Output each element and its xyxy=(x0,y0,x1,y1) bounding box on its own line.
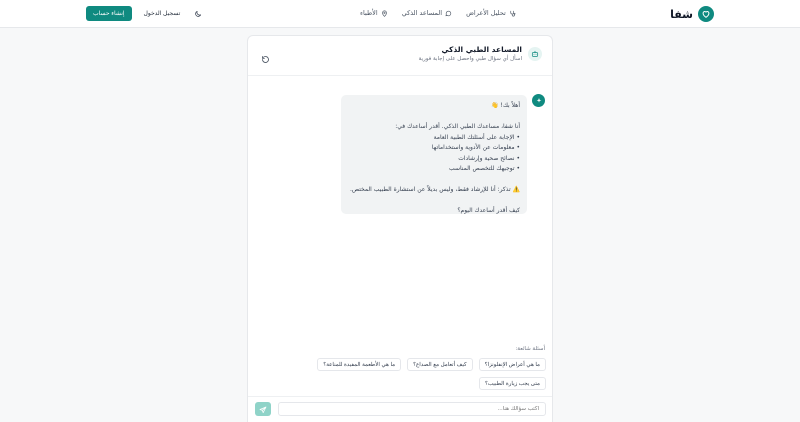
message-disclaimer: ⚠️ تذكر: أنا للإرشاد فقط، وليس بديلاً عن… xyxy=(349,186,520,193)
send-icon xyxy=(259,402,267,417)
message-input[interactable] xyxy=(278,402,546,416)
suggestion-chip[interactable]: ما هي الأطعمة المفيدة للمناعة؟ xyxy=(317,358,402,371)
suggestion-chip[interactable]: ما هي أعراض الإنفلونزا؟ xyxy=(478,358,546,371)
main-nav: تحليل الأعراض المساعد الذكي الأطباء xyxy=(360,9,516,17)
chat-bubble-icon xyxy=(445,10,452,16)
chat-subtitle: اسأل أي سؤال طبي واحصل على إجابة فورية xyxy=(418,56,522,62)
chat-title: المساعد الطبي الذكي xyxy=(441,45,522,54)
message-composer xyxy=(248,396,552,422)
suggestion-chip[interactable]: متى يجب زيارة الطبيب؟ xyxy=(478,377,546,390)
nav-symptoms[interactable]: تحليل الأعراض xyxy=(466,9,516,17)
nav-doctors-label: الأطباء xyxy=(360,9,378,17)
suggestions-list: ما هي أعراض الإنفلونزا؟ كيف أتعامل مع ال… xyxy=(302,358,546,390)
signup-button[interactable]: إنشاء حساب xyxy=(86,6,132,21)
nav-symptoms-label: تحليل الأعراض xyxy=(466,9,506,17)
assistant-message: أهلاً بك! 👋 أنا شفا، مساعدك الطبي الذكي.… xyxy=(341,95,527,214)
stethoscope-icon xyxy=(510,10,516,16)
heart-icon xyxy=(698,6,714,22)
suggestion-chip[interactable]: كيف أتعامل مع الصداع؟ xyxy=(407,358,473,371)
bot-icon xyxy=(528,47,542,61)
message-item: • نصائح صحية وإرشادات xyxy=(458,154,520,162)
login-button[interactable]: تسجيل الدخول xyxy=(140,6,185,21)
nav-assistant[interactable]: المساعد الذكي xyxy=(402,9,452,17)
refresh-icon[interactable] xyxy=(260,49,270,63)
top-navbar: شفا تحليل الأعراض المساعد الذكي الأطباء … xyxy=(0,0,800,28)
sparkle-icon xyxy=(532,94,545,107)
suggestions-title: أسئلة شائعة: xyxy=(515,346,545,352)
brand-logo[interactable]: شفا xyxy=(670,6,714,22)
message-item: • الإجابة على أسئلتك الطبية العامة xyxy=(433,133,520,141)
message-intro: أنا شفا، مساعدك الطبي الذكي. أقدر أساعدك… xyxy=(395,123,520,130)
nav-assistant-label: المساعد الذكي xyxy=(401,9,443,17)
moon-icon[interactable] xyxy=(192,8,204,20)
header-actions: إنشاء حساب تسجيل الدخول xyxy=(86,6,218,21)
message-item: • توجيهك للتخصص المناسب xyxy=(449,165,520,172)
send-button[interactable] xyxy=(255,402,271,416)
chat-card: المساعد الطبي الذكي اسأل أي سؤال طبي واح… xyxy=(247,35,553,422)
brand-name: شفا xyxy=(670,7,693,21)
nav-doctors[interactable]: الأطباء xyxy=(360,9,388,17)
chat-header: المساعد الطبي الذكي اسأل أي سؤال طبي واح… xyxy=(248,36,552,76)
message-question: كيف أقدر أساعدك اليوم؟ xyxy=(457,207,520,214)
message-greeting: أهلاً بك! 👋 xyxy=(491,102,520,109)
map-pin-icon xyxy=(381,10,387,17)
message-item: • معلومات عن الأدوية واستخداماتها xyxy=(431,144,520,151)
